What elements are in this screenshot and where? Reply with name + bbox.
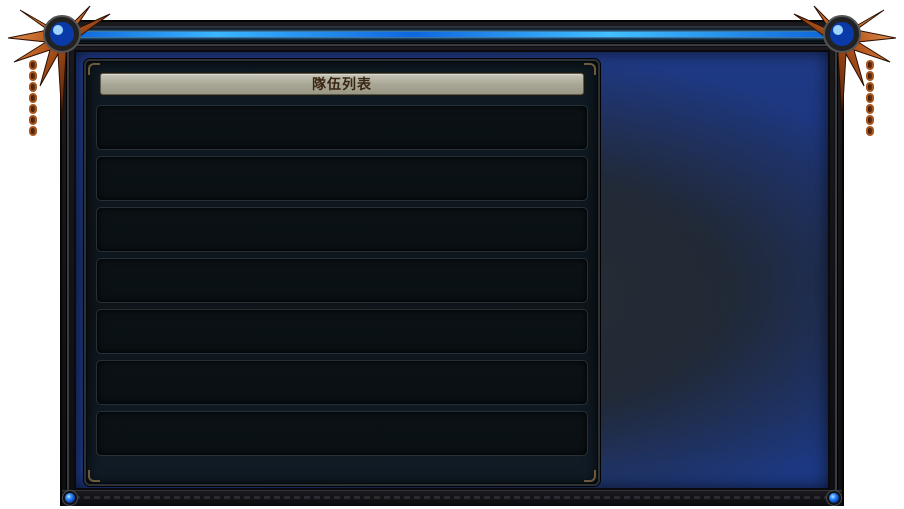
right-corner-ornament [784,0,904,150]
blue-gem-icon [65,493,75,503]
bottom-frame-bar [62,490,842,506]
team-list-header: 隊伍列表 [100,73,584,95]
panel-corner-ornament [584,470,596,482]
team-slot[interactable] [96,156,588,201]
left-chain-icon [27,60,39,137]
team-slot-list [96,105,588,462]
blue-gem-icon [829,493,839,503]
top-title-bar [50,26,854,42]
right-chain-icon [864,60,876,137]
team-slot[interactable] [96,105,588,150]
panel-corner-ornament [88,63,100,75]
team-slot[interactable] [96,360,588,405]
spiked-ornament-icon [793,5,897,121]
team-slot[interactable] [96,411,588,456]
team-list-title: 隊伍列表 [312,77,372,93]
team-slot[interactable] [96,258,588,303]
team-slot[interactable] [96,309,588,354]
panel-corner-ornament [88,470,100,482]
team-list-panel: 隊伍列表 [84,59,600,486]
panel-corner-ornament [584,63,596,75]
game-window: 隊伍列表 [0,0,904,509]
top-bar-glow [60,32,844,37]
team-slot[interactable] [96,207,588,252]
